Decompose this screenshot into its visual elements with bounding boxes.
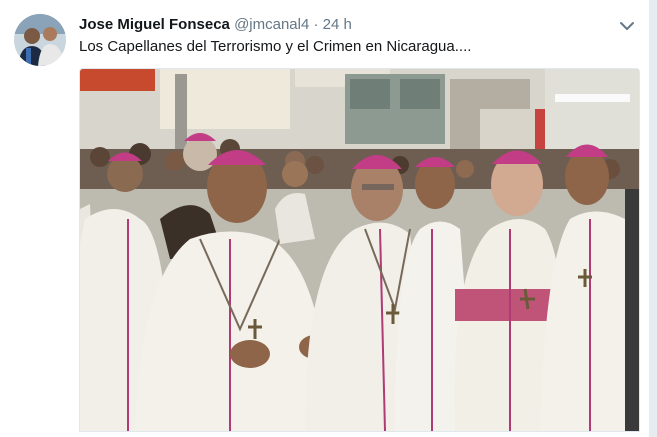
- chevron-down-icon[interactable]: [616, 15, 638, 37]
- tweet-timestamp[interactable]: 24 h: [323, 16, 352, 33]
- tweet-text: Los Capellanes del Terrorismo y el Crime…: [79, 38, 472, 55]
- author-handle[interactable]: @jmcanal4: [234, 16, 309, 33]
- tweet-card[interactable]: Jose Miguel Fonseca @jmcanal4 · 24 h Los…: [0, 0, 650, 437]
- tweet-header: Jose Miguel Fonseca @jmcanal4 · 24 h: [79, 15, 352, 35]
- author-name[interactable]: Jose Miguel Fonseca: [79, 16, 230, 33]
- separator-dot: ·: [313, 16, 319, 33]
- avatar[interactable]: [14, 14, 66, 66]
- tweet-photo[interactable]: [79, 68, 640, 432]
